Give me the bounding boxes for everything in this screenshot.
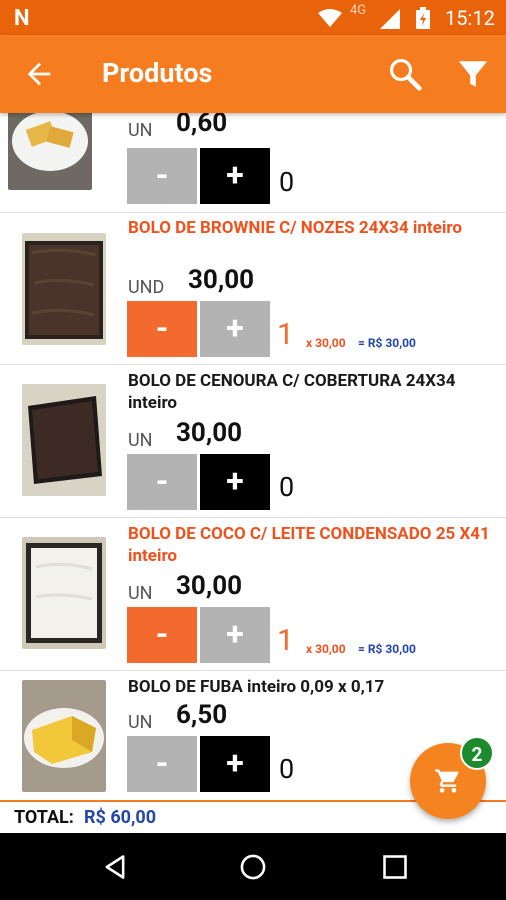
- increase-button[interactable]: +: [200, 301, 270, 357]
- product-unit: UN: [128, 583, 153, 604]
- product-image: [22, 680, 106, 792]
- product-quantity: 0: [279, 753, 295, 785]
- product-image: [22, 233, 106, 345]
- product-quantity: 0: [279, 471, 295, 503]
- cart-icon: [435, 769, 459, 793]
- product-item: UN 0,60 - + 0: [0, 113, 506, 213]
- decrease-button[interactable]: -: [127, 607, 197, 663]
- product-image: [22, 384, 106, 496]
- product-name: BOLO DE COCO C/ LEITE CONDENSADO 25 X41 …: [128, 524, 490, 566]
- product-quantity: 0: [279, 166, 295, 198]
- total-value: R$ 60,00: [84, 807, 157, 828]
- product-subtotal: = R$ 30,00: [358, 336, 416, 350]
- product-item: BOLO DE COCO C/ LEITE CONDENSADO 25 X41 …: [0, 519, 506, 671]
- product-unit: UN: [128, 120, 153, 141]
- page-title: Produtos: [102, 57, 213, 89]
- product-price: 30,00: [176, 418, 243, 448]
- back-arrow-icon[interactable]: [22, 57, 56, 91]
- decrease-button[interactable]: -: [127, 148, 197, 204]
- decrease-button[interactable]: -: [127, 736, 197, 792]
- wifi-icon: [318, 9, 342, 27]
- product-list[interactable]: UN 0,60 - + 0 BOLO DE BROWNIE C/ NOZES 2…: [0, 113, 506, 800]
- product-price: 6,50: [176, 700, 228, 730]
- status-bar: N 4G 15:12: [0, 0, 506, 35]
- increase-button[interactable]: +: [200, 736, 270, 792]
- cart-count-badge: 2: [460, 736, 494, 770]
- product-image: [22, 537, 106, 649]
- signal-icon: [380, 9, 400, 29]
- clock: 15:12: [445, 6, 495, 30]
- app-bar: Produtos: [0, 35, 506, 113]
- filter-icon[interactable]: [456, 55, 490, 93]
- product-image: [8, 113, 92, 190]
- search-icon[interactable]: [386, 55, 424, 93]
- product-price: 30,00: [188, 265, 255, 295]
- decrease-button[interactable]: -: [127, 301, 197, 357]
- product-unit: UN: [128, 712, 153, 733]
- product-price: 0,60: [176, 113, 228, 138]
- battery-icon: [416, 7, 430, 29]
- nav-recents-icon[interactable]: [381, 853, 409, 881]
- product-price: 30,00: [176, 571, 243, 601]
- product-item: BOLO DE CENOURA C/ COBERTURA 24X34 intei…: [0, 366, 506, 518]
- product-name: BOLO DE CENOURA C/ COBERTURA 24X34 intei…: [128, 371, 456, 413]
- product-unit: UND: [128, 277, 165, 298]
- product-quantity: 1: [277, 317, 294, 352]
- product-quantity: 1: [277, 623, 294, 658]
- notification-n-icon: N: [14, 6, 30, 31]
- product-subtotal: = R$ 30,00: [358, 642, 416, 656]
- increase-button[interactable]: +: [200, 148, 270, 204]
- network-type: 4G: [350, 3, 367, 18]
- product-item: BOLO DE BROWNIE C/ NOZES 24X34 inteiro U…: [0, 213, 506, 365]
- increase-button[interactable]: +: [200, 454, 270, 510]
- product-name: BOLO DE BROWNIE C/ NOZES 24X34 inteiro: [128, 218, 462, 238]
- product-name: BOLO DE FUBA inteiro 0,09 x 0,17: [128, 677, 385, 697]
- system-nav-bar: [0, 833, 506, 900]
- nav-home-icon[interactable]: [239, 853, 267, 881]
- decrease-button[interactable]: -: [127, 454, 197, 510]
- product-multiplier: x 30,00: [306, 336, 346, 350]
- product-unit: UN: [128, 430, 153, 451]
- nav-back-icon[interactable]: [101, 853, 129, 881]
- product-multiplier: x 30,00: [306, 642, 346, 656]
- total-label: TOTAL:: [14, 807, 74, 828]
- increase-button[interactable]: +: [200, 607, 270, 663]
